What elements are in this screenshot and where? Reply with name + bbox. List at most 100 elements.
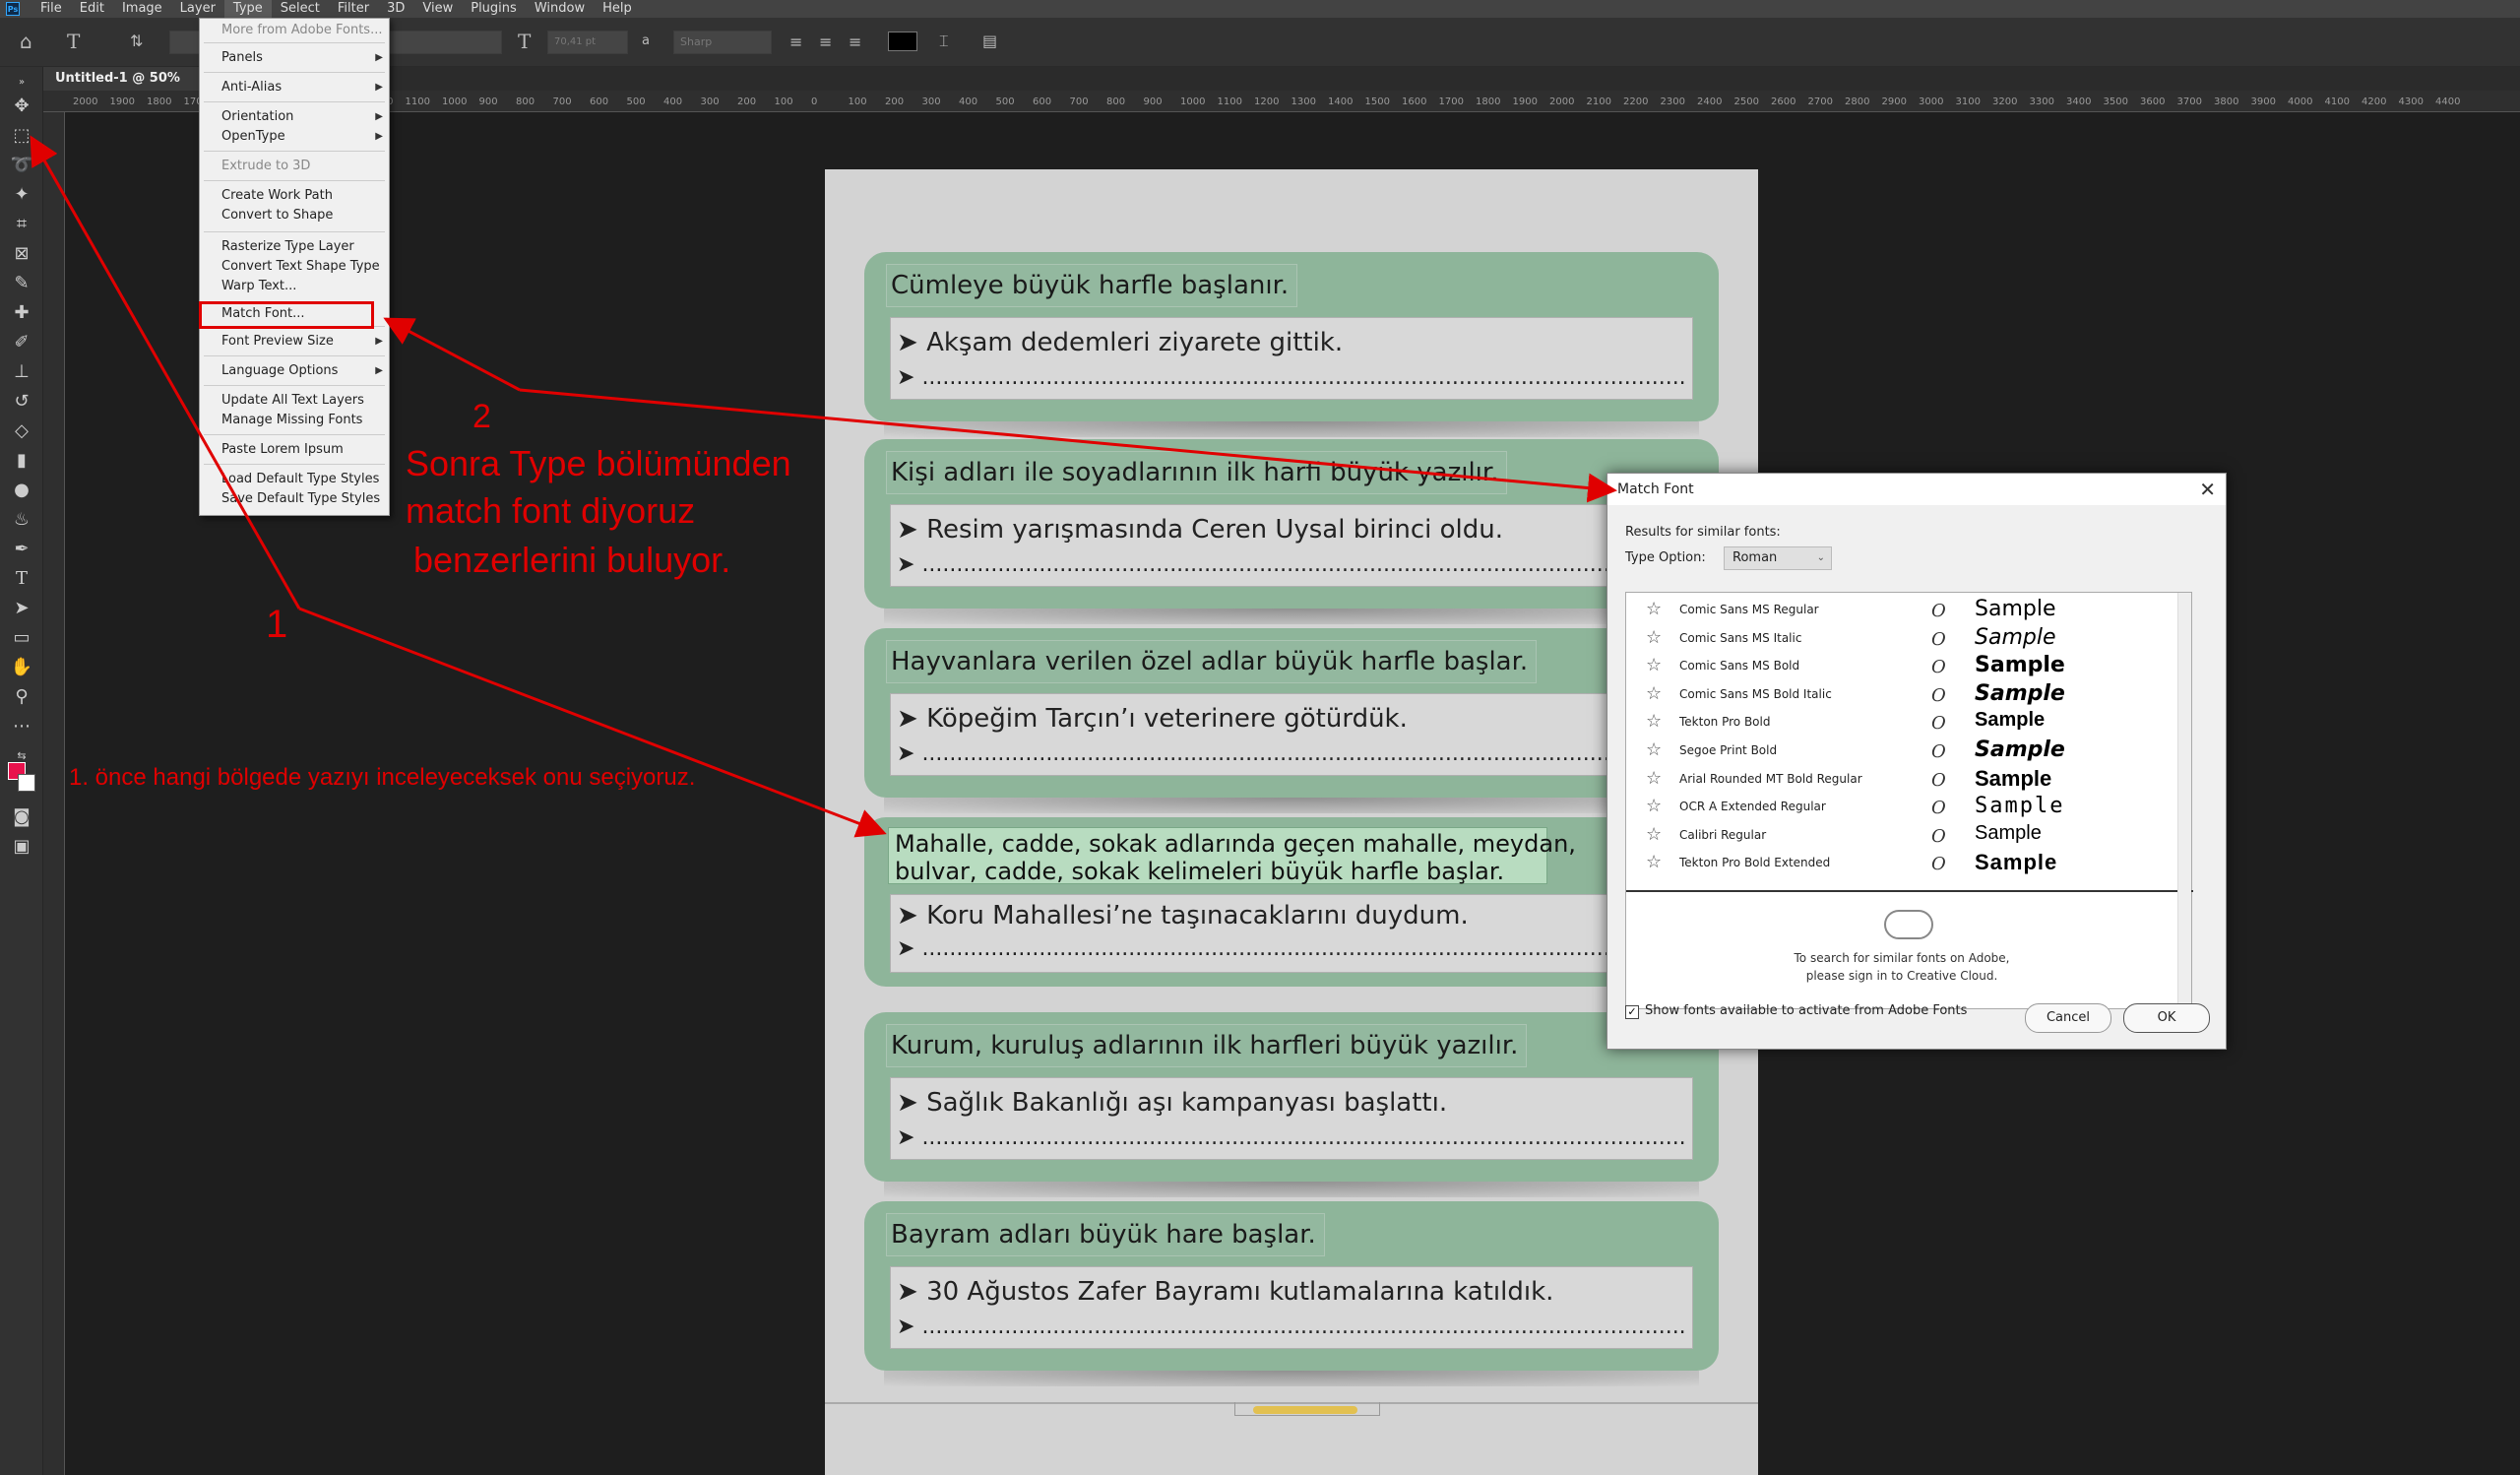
type-menu-item[interactable]: Paste Lorem Ipsum (200, 440, 389, 460)
type-menu-item[interactable]: Warp Text... (200, 277, 389, 296)
font-result-row[interactable]: ☆ Comic Sans MS Bold Italic O Sample (1626, 681, 2177, 709)
menu-file[interactable]: File (32, 0, 71, 18)
menu-plugins[interactable]: Plugins (462, 0, 526, 18)
anti-alias-select[interactable]: Sharp (673, 31, 772, 54)
menu-window[interactable]: Window (526, 0, 594, 18)
ok-button[interactable]: OK (2123, 1003, 2210, 1033)
text-selection-highlight[interactable]: Mahalle, cadde, sokak adlarında geçen ma… (888, 827, 1576, 885)
document-tab[interactable]: Untitled-1 @ 50% (Layer (43, 67, 211, 109)
eraser-tool-icon[interactable]: ◇ (10, 419, 33, 443)
menu-edit[interactable]: Edit (71, 0, 113, 18)
type-menu-item[interactable]: Save Default Type Styles (200, 489, 389, 509)
pen-tool-icon[interactable]: ✒ (10, 538, 33, 561)
font-result-row[interactable]: ☆ Arial Rounded MT Bold Regular O Sample (1626, 766, 2177, 794)
font-result-row[interactable]: ☆ OCR A Extended Regular O Sample (1626, 794, 2177, 821)
lasso-tool-icon[interactable]: ➰ (10, 154, 33, 177)
font-result-row[interactable]: ☆ Tekton Pro Bold O Sample (1626, 709, 2177, 737)
eyedropper-tool-icon[interactable]: ✎ (10, 272, 33, 295)
align-right-icon[interactable]: ≡ (849, 32, 861, 52)
font-result-row[interactable]: ☆ Comic Sans MS Regular O Sample (1626, 597, 2177, 624)
favorite-star-icon[interactable]: ☆ (1646, 768, 1662, 789)
cancel-button[interactable]: Cancel (2025, 1003, 2111, 1033)
font-result-row[interactable]: ☆ Segoe Print Bold O Sample (1626, 738, 2177, 765)
font-result-row[interactable]: ☆ Comic Sans MS Italic O Sample (1626, 625, 2177, 653)
type-menu-item[interactable]: Convert Text Shape Type (200, 257, 389, 277)
zoom-tool-icon[interactable]: ⚲ (10, 685, 33, 709)
menu-image[interactable]: Image (113, 0, 171, 18)
type-menu-item[interactable]: Manage Missing Fonts (200, 411, 389, 430)
favorite-star-icon[interactable]: ☆ (1646, 655, 1662, 675)
dodge-tool-icon[interactable]: ♨ (10, 508, 33, 532)
text-color-swatch[interactable] (888, 32, 917, 51)
type-menu-item[interactable]: More from Adobe Fonts... (200, 21, 389, 40)
magic-wand-tool-icon[interactable]: ✦ (10, 183, 33, 207)
background-color-swatch[interactable] (18, 774, 35, 792)
type-tool-icon[interactable]: T (10, 567, 33, 591)
favorite-star-icon[interactable]: ☆ (1646, 599, 1662, 619)
font-result-row[interactable]: ☆ Comic Sans MS Bold O Sample (1626, 653, 2177, 680)
favorite-star-icon[interactable]: ☆ (1646, 683, 1662, 704)
healing-brush-tool-icon[interactable]: ✚ (10, 301, 33, 325)
type-menu-item[interactable]: Update All Text Layers (200, 391, 389, 411)
crop-tool-icon[interactable]: ⌗ (10, 213, 33, 236)
warp-text-icon[interactable]: ⌶ (939, 32, 949, 51)
favorite-star-icon[interactable]: ☆ (1646, 852, 1662, 872)
type-menu-item[interactable]: Convert to Shape (200, 206, 389, 225)
type-menu-item[interactable]: OpenType ▶ (200, 127, 389, 147)
menu-help[interactable]: Help (594, 0, 641, 18)
rectangle-tool-icon[interactable]: ▭ (10, 626, 33, 650)
opentype-font-icon: O (1931, 798, 1946, 819)
move-tool-icon[interactable]: ✥ (10, 95, 33, 118)
menu-type[interactable]: Type (223, 0, 272, 18)
screen-mode-icon[interactable]: ▣ (10, 835, 33, 859)
dotted-line: ........................................… (921, 1315, 1686, 1339)
type-menu-item[interactable]: Extrude to 3D (200, 157, 389, 176)
blur-tool-icon[interactable]: ● (10, 479, 33, 502)
font-result-row[interactable]: ☆ Tekton Pro Bold Extended O Sample (1626, 850, 2177, 877)
type-menu-item[interactable]: Language Options ▶ (200, 361, 389, 381)
font-result-row[interactable]: ☆ Calibri Regular O Sample (1626, 822, 2177, 850)
frame-tool-icon[interactable]: ⊠ (10, 242, 33, 266)
character-panel-icon[interactable]: ▤ (982, 32, 997, 51)
menu-filter[interactable]: Filter (329, 0, 378, 18)
answer-line: ➤ ......................................… (897, 1315, 1686, 1339)
history-brush-tool-icon[interactable]: ↺ (10, 390, 33, 414)
align-left-icon[interactable]: ≡ (789, 32, 802, 52)
quick-mask-icon[interactable]: ◙ (10, 805, 33, 829)
favorite-star-icon[interactable]: ☆ (1646, 796, 1662, 816)
favorite-star-icon[interactable]: ☆ (1646, 739, 1662, 760)
type-menu-item[interactable]: Panels ▶ (200, 48, 389, 68)
align-center-icon[interactable]: ≡ (819, 32, 832, 52)
show-fonts-checkbox[interactable]: ✓ (1625, 1005, 1639, 1019)
close-icon[interactable]: ✕ (2199, 474, 2216, 505)
menu-layer[interactable]: Layer (171, 0, 224, 18)
edit-toolbar-icon[interactable]: ⋯ (10, 715, 33, 738)
type-tool-preset-icon[interactable]: T (67, 32, 80, 51)
type-menu-item[interactable]: Create Work Path (200, 186, 389, 206)
home-icon[interactable]: ⌂ (20, 32, 32, 51)
path-selection-tool-icon[interactable]: ➤ (10, 597, 33, 620)
menu-select[interactable]: Select (272, 0, 329, 18)
marquee-tool-icon[interactable]: ⬚ (10, 124, 33, 148)
font-size-field[interactable]: 70,41 pt (547, 31, 628, 54)
clone-stamp-tool-icon[interactable]: ⊥ (10, 360, 33, 384)
type-menu-item[interactable]: Load Default Type Styles (200, 470, 389, 489)
ruler-tick-label: 1200 (1254, 96, 1280, 107)
text-orientation-icon[interactable]: ⇅ (130, 32, 143, 51)
brush-tool-icon[interactable]: ✐ (10, 331, 33, 354)
type-menu-item[interactable]: Font Preview Size ▶ (200, 332, 389, 352)
favorite-star-icon[interactable]: ☆ (1646, 711, 1662, 732)
menu-3d[interactable]: 3D (378, 0, 413, 18)
type-menu-item[interactable]: Anti-Alias ▶ (200, 78, 389, 97)
ruler-tick-label: 3200 (1992, 96, 2018, 107)
hand-tool-icon[interactable]: ✋ (10, 656, 33, 679)
list-scrollbar[interactable] (2177, 593, 2191, 1010)
favorite-star-icon[interactable]: ☆ (1646, 824, 1662, 845)
type-option-select[interactable]: Roman ⌄ (1724, 546, 1832, 570)
collapse-toolbar-icon[interactable]: » (10, 71, 33, 95)
favorite-star-icon[interactable]: ☆ (1646, 627, 1662, 648)
gradient-tool-icon[interactable]: ▮ (10, 449, 33, 473)
menu-view[interactable]: View (413, 0, 462, 18)
type-menu-item[interactable]: Orientation ▶ (200, 107, 389, 127)
type-menu-item[interactable]: Rasterize Type Layer (200, 237, 389, 257)
